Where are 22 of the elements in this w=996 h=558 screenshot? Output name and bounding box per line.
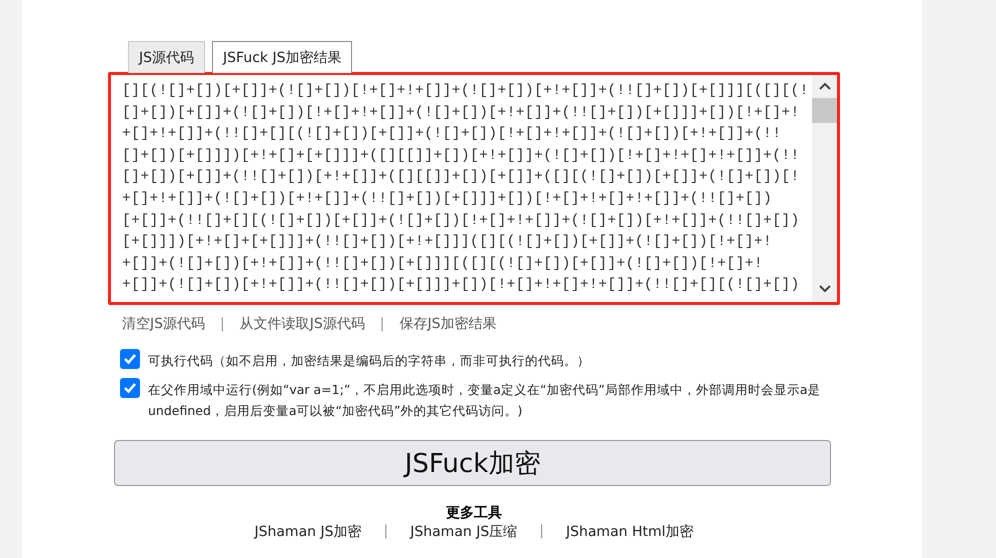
scroll-down-icon[interactable] (818, 284, 832, 294)
tab[interactable]: JSFuck JS加密结果 (212, 41, 352, 73)
checkbox[interactable] (120, 378, 140, 398)
action-link[interactable]: 清空JS源代码 (122, 315, 206, 333)
separator: | (378, 316, 386, 332)
separator: | (538, 523, 545, 541)
checkbox[interactable] (120, 349, 140, 369)
more-tools-title: 更多工具 (445, 504, 503, 522)
option-label: 可执行代码（如不启用，加密结果是编码后的字符串，而非可执行的代码。） (148, 352, 591, 370)
scroll-up-icon[interactable] (818, 81, 832, 91)
encrypt-button[interactable]: JSFuck加密 (114, 440, 831, 486)
tab[interactable]: JS源代码 (128, 41, 206, 73)
separator: | (382, 523, 390, 541)
action-link[interactable]: 保存JS加密结果 (399, 315, 496, 333)
option-label: 在父作用域中运行(例如“var a=1;”，不启用此选项时，变量a定义在“加密代码”局部作用域中，外部调用时会显示a是undefined，启用后变量a可以被“加密代码”外的其它代码访问。) (148, 381, 822, 420)
code-text: [][(![]+[])[+[]]+(![]+[])[!+[]+!+[]]+(![]+[])[+!+[]]+(!![]+[])[+[]]][([][(! []+[])[+[]]+(![]+[])[!+[]+!+[]]+(![]+[])[+!+[]]+(!![]+[])[+[]]]+[])[!+[]+! +[]+!+[]]+(!![]+[][(![]+[])[+[]]+(![]+[])[!+[]+!+[]]+(![]+[])[+!+[]]+(!! []+[])[+[]]])[+!+[]+[+[]]]+([][[]]+[])[+!+[]]+(![]+[])[!+[]+!+[]+!+[]]+(!! []+[])[+[]]+(!![]+[])[+!+[]]+([][[]]+[])[+[]]+([][(![]+[])[+[]]+(![]+[])[! +[]+!+[]]+(![]+[])[+!+[]]+(!![]+[])[+[]]]+[])[!+[]+!+[]+!+[]]+(!![]+[]) [+[]]+(!![]+[][(![]+[])[+[]]+(![]+[])[!+[]+!+[]]+(![]+[])[+!+[]]+(!![]+[]) [+[]]])[+!+[]+[+[]]]+(!![]+[])[+!+[]]]([][(![]+[])[+[]]+(![]+[])[!+[]+! +[]]+(![]+[])[+!+[]]+(!![]+[])[+[]]][([][(![]+[])[+[]]+(![]+[])[!+[]+! +[]]+(![]+[])[+!+[]]+(!![]+[])[+[]]]+[])[!+[]+!+[]+!+[]]+(!![]+[][(![]+[]) (121, 82, 810, 296)
scrollbar-thumb[interactable] (812, 98, 837, 123)
action-link[interactable]: 从文件读取JS源代码 (240, 315, 365, 333)
tool-link[interactable]: JShaman JS加密 (254, 523, 362, 541)
separator: | (219, 316, 226, 332)
tool-link[interactable]: JShaman JS压缩 (410, 523, 518, 541)
tool-link[interactable]: JShaman Html加密 (566, 523, 694, 541)
